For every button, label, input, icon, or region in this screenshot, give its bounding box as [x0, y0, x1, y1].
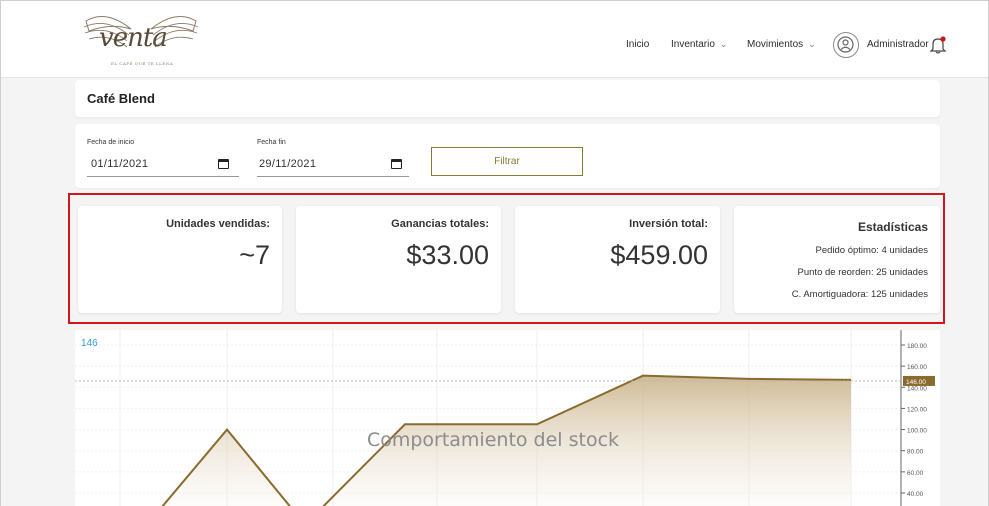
nav-inventario[interactable]: Inventario ⌄ [671, 39, 727, 50]
logo-tagline: EL CAFÉ QUE TE LLENA [111, 61, 174, 66]
current-value-label: 146.00 [906, 379, 926, 386]
product-title: Café Blend [87, 91, 155, 106]
nav-inicio[interactable]: Inicio [626, 39, 649, 50]
y-tick-label: 180.00 [907, 343, 927, 350]
y-tick-label: 80.00 [907, 449, 924, 456]
date-filter-card: Fecha de inicio 01/11/2021 Fecha fin 29/… [75, 124, 940, 188]
brand-logo[interactable]: venta EL CAFÉ QUE TE LLENA [81, 11, 201, 67]
end-date-input[interactable]: 29/11/2021 [259, 158, 316, 170]
stat-card-investment: Inversión total: $459.00 [515, 206, 720, 313]
nav-user[interactable]: Administrador [867, 39, 929, 50]
y-tick-label: 100.00 [907, 428, 927, 435]
stat-card-units: Unidades vendidas: ~7 [78, 206, 282, 313]
total-profit-value: $33.00 [406, 240, 489, 270]
total-investment-value: $459.00 [610, 240, 708, 270]
chevron-down-icon: ⌄ [808, 39, 816, 49]
chart-title: Comportamiento del stock [367, 429, 619, 451]
buffer-stock-text: C. Amortiguadora: 125 unidades [791, 289, 928, 300]
stock-chart-card: 146 180.00 160.00 140.00 120.00 100.00 80.00 60… [75, 330, 940, 506]
units-sold-label: Unidades vendidas: [166, 218, 270, 230]
statistics-title: Estadísticas [857, 220, 928, 234]
start-date-underline [87, 176, 239, 177]
y-tick-label: 160.00 [907, 364, 927, 371]
top-navbar: venta EL CAFÉ QUE TE LLENA Inicio Invent… [1, 1, 988, 78]
y-tick-label: 140.00 [907, 385, 927, 392]
stat-card-statistics: Estadísticas Pedido óptimo: 4 unidades P… [734, 206, 940, 313]
stat-card-profit: Ganancias totales: $33.00 [296, 206, 501, 313]
y-tick-label: 60.00 [907, 470, 924, 477]
optimal-order-text: Pedido óptimo: 4 unidades [815, 245, 929, 256]
filter-button[interactable]: Filtrar [431, 147, 583, 176]
total-investment-label: Inversión total: [629, 218, 708, 230]
logo-wordmark: venta [99, 23, 168, 53]
nav-movimientos[interactable]: Movimientos ⌄ [747, 39, 816, 50]
product-title-card: Café Blend [75, 80, 940, 117]
notification-bell-icon[interactable] [929, 35, 947, 55]
nav-inicio-label: Inicio [626, 39, 650, 50]
nav-movimientos-label: Movimientos [747, 39, 804, 50]
reference-label: 146 [81, 338, 98, 349]
total-profit-label: Ganancias totales: [391, 218, 489, 230]
y-tick-label: 120.00 [907, 406, 927, 413]
start-date-label: Fecha de inicio [87, 139, 135, 146]
calendar-icon[interactable] [218, 159, 229, 169]
calendar-icon[interactable] [391, 159, 402, 169]
units-sold-value: ~7 [239, 240, 270, 270]
reorder-point-text: Punto de reorden: 25 unidades [797, 267, 928, 278]
y-tick-label: 40.00 [907, 491, 924, 498]
nav-user-label: Administrador [867, 39, 929, 50]
end-date-underline [257, 176, 409, 177]
start-date-input[interactable]: 01/11/2021 [91, 158, 148, 170]
end-date-label: Fecha fin [257, 139, 286, 146]
nav-inventario-label: Inventario [671, 39, 715, 50]
user-avatar-icon[interactable] [833, 32, 859, 58]
chevron-down-icon: ⌄ [719, 39, 728, 49]
stock-chart: 146 180.00 160.00 140.00 120.00 100.00 80.00 60… [75, 330, 935, 506]
